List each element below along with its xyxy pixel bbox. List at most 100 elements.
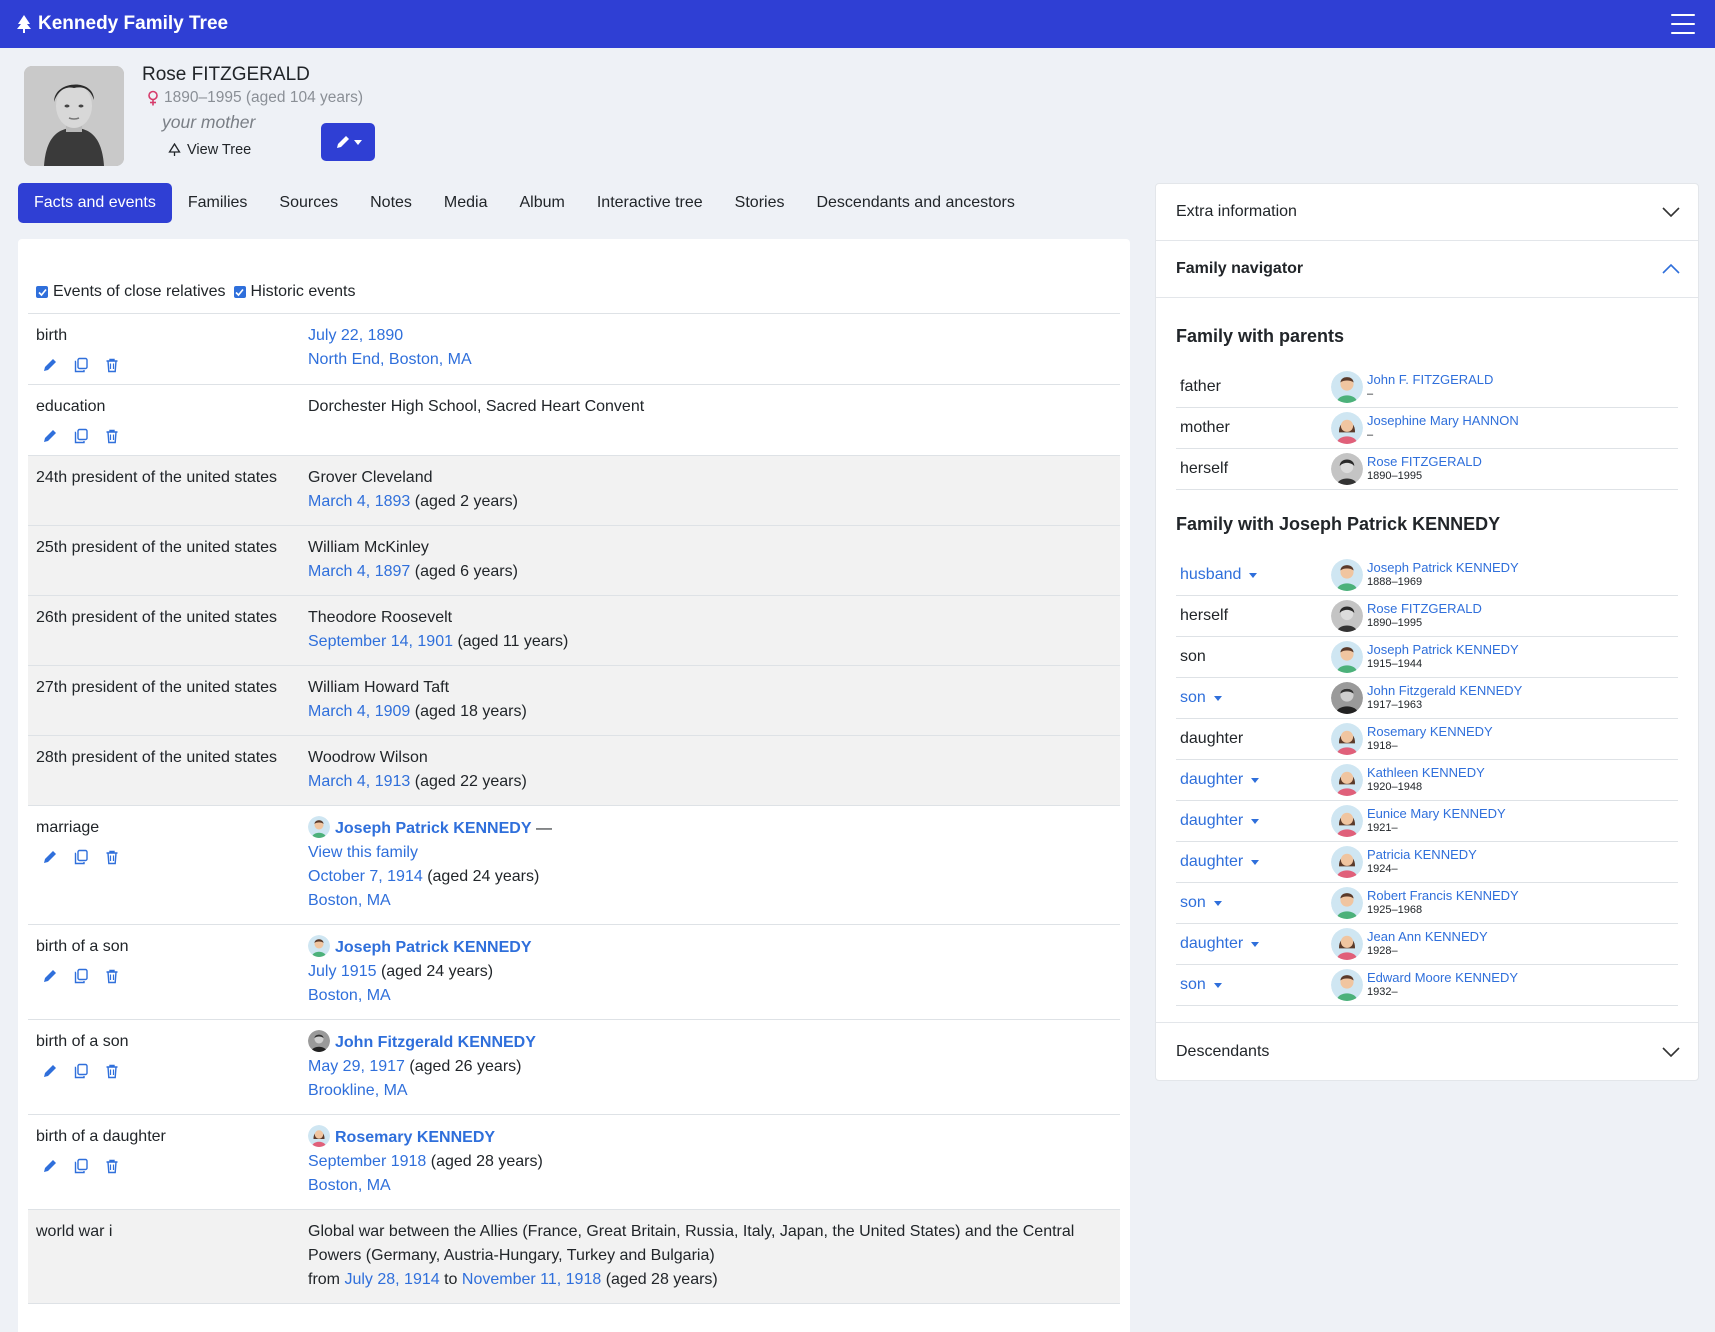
edit-icon[interactable] — [42, 968, 58, 984]
spouse-link[interactable]: Joseph Patrick KENNEDY — [335, 820, 532, 837]
event-place[interactable]: North End, Boston, MA — [308, 348, 1112, 372]
child-link[interactable]: Rosemary KENNEDY — [335, 1129, 495, 1146]
tab-notes[interactable]: Notes — [354, 183, 428, 223]
delete-icon[interactable] — [104, 968, 120, 984]
relationship-dropdown[interactable]: son — [1176, 689, 1331, 707]
family-member-link[interactable]: Jean Ann KENNEDY — [1367, 929, 1488, 944]
event-date[interactable]: March 4, 1913 — [308, 773, 410, 790]
relationship-dropdown[interactable]: daughter — [1176, 853, 1331, 871]
copy-icon[interactable] — [73, 1063, 89, 1079]
edit-icon[interactable] — [42, 357, 58, 373]
event-place[interactable]: Boston, MA — [308, 1174, 1112, 1198]
edit-icon[interactable] — [42, 1063, 58, 1079]
copy-icon[interactable] — [73, 968, 89, 984]
delete-icon[interactable] — [104, 1158, 120, 1174]
delete-icon[interactable] — [104, 357, 120, 373]
event-age: (aged 6 years) — [414, 563, 518, 580]
relationship-dropdown[interactable]: daughter — [1176, 771, 1331, 789]
edit-icon[interactable] — [42, 1158, 58, 1174]
descendants-header[interactable]: Descendants — [1156, 1023, 1698, 1080]
event-date[interactable]: July 1915 — [308, 963, 377, 980]
event-date[interactable]: March 4, 1897 — [308, 563, 410, 580]
family-member-link[interactable]: Rose FITZGERALD — [1367, 454, 1482, 469]
app-brand[interactable]: Kennedy Family Tree — [16, 13, 228, 35]
delete-icon[interactable] — [104, 428, 120, 444]
family-navigator-header[interactable]: Family navigator — [1156, 241, 1698, 298]
family-member-link[interactable]: Edward Moore KENNEDY — [1367, 970, 1518, 985]
caret-down-icon — [1251, 859, 1260, 865]
event-start-date[interactable]: July 28, 1914 — [344, 1271, 439, 1288]
event-date[interactable]: March 4, 1893 — [308, 493, 410, 510]
family-member-dates: 1925–1968 — [1367, 904, 1423, 916]
relationship-dropdown[interactable]: daughter — [1176, 812, 1331, 830]
pencil-icon — [336, 136, 349, 148]
family-member-link[interactable]: John Fitzgerald KENNEDY — [1367, 683, 1522, 698]
event-type: 26th president of the united states — [36, 609, 278, 626]
event-date[interactable]: September 1918 — [308, 1153, 426, 1170]
delete-icon[interactable] — [104, 849, 120, 865]
family-member-link[interactable]: Eunice Mary KENNEDY — [1367, 806, 1506, 821]
event-age: (aged 26 years) — [409, 1058, 522, 1075]
copy-icon[interactable] — [73, 1158, 89, 1174]
chevron-down-icon — [1662, 1046, 1680, 1057]
tab-sources[interactable]: Sources — [263, 183, 354, 223]
person-header: Rose FITZGERALD 1890–1995 (aged 104 year… — [24, 64, 1024, 174]
male-avatar-icon — [1331, 641, 1363, 673]
copy-icon[interactable] — [73, 428, 89, 444]
male-avatar-icon — [1331, 969, 1363, 1001]
tab-stories[interactable]: Stories — [719, 183, 801, 223]
event-date[interactable]: March 4, 1909 — [308, 703, 410, 720]
menu-toggle-icon[interactable] — [1671, 14, 1695, 34]
copy-icon[interactable] — [73, 357, 89, 373]
family-member-row: daughter Rosemary KENNEDY 1918– — [1176, 719, 1678, 760]
event-place[interactable]: Brookline, MA — [308, 1079, 1112, 1103]
event-date[interactable]: September 14, 1901 — [308, 633, 453, 650]
delete-icon[interactable] — [104, 1063, 120, 1079]
event-date[interactable]: July 22, 1890 — [308, 324, 1112, 348]
family-member-link[interactable]: Kathleen KENNEDY — [1367, 765, 1485, 780]
caret-down-icon — [1251, 777, 1260, 783]
family-member-link[interactable]: Rose FITZGERALD — [1367, 601, 1482, 616]
tab-descendants-and-ancestors[interactable]: Descendants and ancestors — [800, 183, 1030, 223]
family-member-link[interactable]: Josephine Mary HANNON — [1367, 413, 1519, 428]
close-relatives-checkbox[interactable] — [36, 286, 48, 298]
tab-interactive-tree[interactable]: Interactive tree — [581, 183, 719, 223]
family-member-link[interactable]: Patricia KENNEDY — [1367, 847, 1477, 862]
event-date[interactable]: May 29, 1917 — [308, 1058, 405, 1075]
tab-album[interactable]: Album — [503, 183, 580, 223]
historic-events-label: Historic events — [250, 283, 356, 300]
extra-information-header[interactable]: Extra information — [1156, 184, 1698, 241]
caret-down-icon — [1213, 695, 1222, 701]
event-place[interactable]: Boston, MA — [308, 984, 1112, 1008]
relationship-label: daughter — [1176, 730, 1331, 748]
family-member-link[interactable]: John F. FITZGERALD — [1367, 372, 1493, 387]
historic-events-checkbox[interactable] — [233, 286, 246, 298]
event-place[interactable]: Boston, MA — [308, 889, 1112, 913]
edit-icon[interactable] — [42, 428, 58, 444]
relationship-dropdown[interactable]: daughter — [1176, 935, 1331, 953]
child-link[interactable]: Joseph Patrick KENNEDY — [335, 939, 532, 956]
relationship-text: daughter — [1180, 935, 1244, 952]
tab-facts-and-events[interactable]: Facts and events — [18, 183, 172, 223]
family-member-link[interactable]: Joseph Patrick KENNEDY — [1367, 642, 1519, 657]
family-member-link[interactable]: Joseph Patrick KENNEDY — [1367, 560, 1519, 575]
family-member-link[interactable]: Rosemary KENNEDY — [1367, 724, 1493, 739]
family-member-row: father John F. FITZGERALD – — [1176, 367, 1678, 408]
child-link[interactable]: John Fitzgerald KENNEDY — [335, 1034, 536, 1051]
relationship-dropdown[interactable]: son — [1176, 976, 1331, 994]
edit-icon[interactable] — [42, 849, 58, 865]
tab-media[interactable]: Media — [428, 183, 504, 223]
event-row-historic: 25th president of the united states Will… — [28, 526, 1120, 596]
tab-families[interactable]: Families — [172, 183, 264, 223]
event-date[interactable]: October 7, 1914 — [308, 868, 423, 885]
relationship-dropdown[interactable]: son — [1176, 894, 1331, 912]
caret-down-icon — [1251, 941, 1260, 947]
family-member-link[interactable]: Robert Francis KENNEDY — [1367, 888, 1519, 903]
event-end-date[interactable]: November 11, 1918 — [462, 1271, 601, 1288]
edit-dropdown-button[interactable] — [321, 123, 375, 161]
relationship-text: herself — [1180, 607, 1229, 624]
relationship-dropdown[interactable]: husband — [1176, 566, 1331, 584]
view-family-link[interactable]: View this family — [308, 841, 1112, 865]
copy-icon[interactable] — [73, 849, 89, 865]
view-tree-link[interactable]: View Tree — [168, 142, 251, 158]
